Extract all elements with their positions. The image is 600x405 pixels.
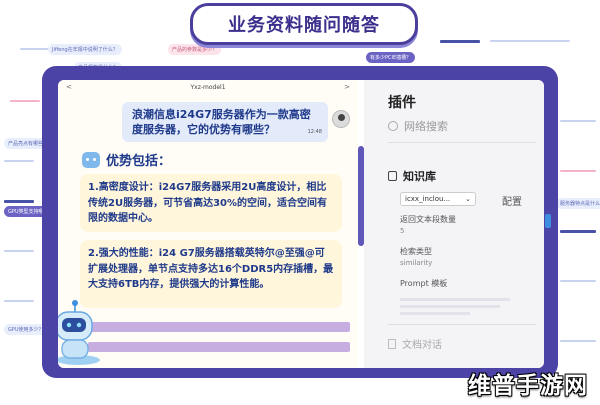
database-icon bbox=[388, 171, 397, 181]
web-search-toggle[interactable]: 网络搜索 bbox=[388, 118, 448, 134]
loading-placeholder bbox=[88, 342, 350, 352]
user-message: 浪潮信息i24G7服务器作为一款高密度服务器，它的优势有哪些？ 12:48 bbox=[122, 102, 328, 142]
knowledge-base-section: 知识库 bbox=[388, 168, 436, 184]
answer-card: 1.高密度设计：i24G7服务器采用2U高度设计，相比传统2U服务器，可节省高达… bbox=[80, 174, 342, 232]
knowledge-base-label: 知识库 bbox=[403, 170, 436, 183]
return-count-value[interactable]: 5 bbox=[400, 227, 404, 235]
message-timestamp: 12:48 bbox=[307, 129, 322, 135]
banner-title: 业务资料随问随答 bbox=[228, 15, 380, 36]
chevron-right-icon[interactable]: > bbox=[344, 83, 350, 91]
doc-chat-toggle[interactable]: 文档对话 bbox=[388, 336, 442, 351]
answer-card: 2.强大的性能：i24 G7服务器搭载英特尔@至强@可扩展处理器，单节点支持多达… bbox=[80, 240, 342, 308]
plugin-title: 插件 bbox=[388, 95, 416, 111]
chevron-left-icon[interactable]: < bbox=[66, 83, 72, 91]
app-screen: < Yxz-model1 > 浪潮信息i24G7服务器作为一款高密度服务器，它的… bbox=[58, 80, 544, 368]
search-type-label: 检索类型 bbox=[400, 247, 432, 256]
web-search-label: 网络搜索 bbox=[404, 120, 448, 133]
knowledge-base-select[interactable]: icxx_inclou... ⌄ bbox=[400, 192, 476, 206]
bg-question-bubble: 有多少PCIE插槽？ bbox=[366, 52, 416, 63]
chevron-down-icon: ⌄ bbox=[465, 195, 471, 203]
watermark: 维普手游网 bbox=[468, 373, 588, 399]
chat-panel: < Yxz-model1 > 浪潮信息i24G7服务器作为一款高密度服务器，它的… bbox=[58, 80, 358, 368]
prompt-template-description[interactable] bbox=[400, 296, 518, 319]
model-name: Yxz-model1 bbox=[190, 83, 226, 91]
avatar bbox=[332, 110, 350, 128]
bot-avatar-icon bbox=[82, 152, 100, 168]
page-banner: 业务资料随问随答 bbox=[190, 3, 418, 45]
bg-question-bubble: Jiffeng在年报中说明了什么？ bbox=[48, 44, 122, 55]
user-message-text: 浪潮信息i24G7服务器作为一款高密度服务器，它的优势有哪些？ bbox=[132, 108, 311, 136]
bg-question-bubble: 服务器特点是什么？ bbox=[556, 198, 600, 209]
bg-question-bubble: 产品亮点有哪些 bbox=[4, 138, 48, 149]
bot-heading: 优势包括： bbox=[106, 154, 172, 169]
robot-mascot-icon bbox=[58, 300, 100, 365]
loading-placeholder bbox=[88, 322, 350, 332]
globe-icon bbox=[388, 121, 398, 131]
config-button[interactable]: 配置 bbox=[502, 193, 522, 208]
tablet-side-button bbox=[545, 214, 551, 228]
chat-header: < Yxz-model1 > bbox=[58, 80, 358, 94]
kb-select-value: icxx_inclou... bbox=[405, 195, 451, 203]
divider bbox=[388, 142, 536, 143]
document-icon bbox=[388, 338, 396, 349]
doc-chat-label: 文档对话 bbox=[402, 340, 442, 351]
prompt-template-label: Prompt 模板 bbox=[400, 279, 448, 288]
plugin-panel: 插件 网络搜索 知识库 icxx_inclou... ⌄ 配置 返回文本段数量 … bbox=[364, 80, 544, 368]
divider bbox=[388, 324, 536, 325]
return-count-label: 返回文本段数量 bbox=[400, 215, 456, 224]
search-type-value[interactable]: similarity bbox=[400, 259, 432, 267]
bg-question-bubble: 产品的参数是多少？ bbox=[168, 44, 222, 55]
